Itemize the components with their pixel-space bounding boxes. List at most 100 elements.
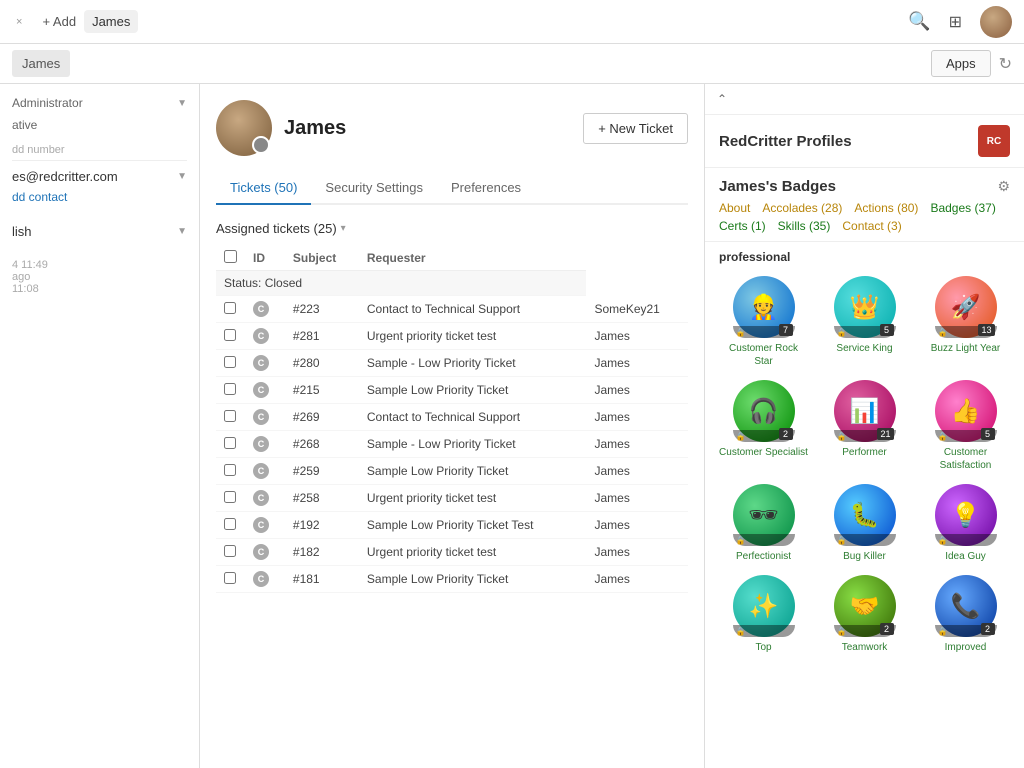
tab-preferences[interactable]: Preferences <box>437 172 535 205</box>
badge-item-improved[interactable]: 📞🔒2Improved <box>921 575 1010 654</box>
table-row[interactable]: C #223 Contact to Technical Support Some… <box>216 296 688 323</box>
status-badge-0: C <box>253 301 269 317</box>
table-row[interactable]: C #280 Sample - Low Priority Ticket Jame… <box>216 350 688 377</box>
apps-button[interactable]: Apps <box>931 50 991 77</box>
ticket-subject-8: Sample Low Priority Ticket Test <box>359 512 587 539</box>
ticket-id-0[interactable]: #223 <box>285 296 359 323</box>
sidebar-admin-arrow[interactable]: ▼ <box>177 98 187 109</box>
badge-item-customer-satisfaction[interactable]: 👍🔒5Customer Satisfaction <box>921 380 1010 472</box>
ticket-id-6[interactable]: #259 <box>285 458 359 485</box>
select-all-checkbox[interactable] <box>224 250 237 263</box>
table-row[interactable]: C #192 Sample Low Priority Ticket Test J… <box>216 512 688 539</box>
grid-icon[interactable]: ⊞ <box>949 12 962 32</box>
ticket-id-7[interactable]: #258 <box>285 485 359 512</box>
badge-link-certs-(1)[interactable]: Certs (1) <box>719 219 766 233</box>
add-button[interactable]: + Add <box>42 14 76 29</box>
ticket-id-4[interactable]: #269 <box>285 404 359 431</box>
collapse-arrow-icon[interactable]: ⌃ <box>717 92 727 106</box>
row-checkbox-4[interactable] <box>224 410 236 422</box>
ticket-id-1[interactable]: #281 <box>285 323 359 350</box>
right-panel-topbar: ⌃ <box>705 84 1024 115</box>
ticket-requester-8: James <box>586 512 688 539</box>
ticket-id-3[interactable]: #215 <box>285 377 359 404</box>
badge-item-performer[interactable]: 📊🔒21Performer <box>820 380 909 472</box>
table-row[interactable]: C #281 Urgent priority ticket test James <box>216 323 688 350</box>
refresh-icon[interactable]: ↻ <box>999 54 1012 74</box>
ticket-id-5[interactable]: #268 <box>285 431 359 458</box>
badge-item-buzz-lightyear[interactable]: 🚀🔒13Buzz Light Year <box>921 276 1010 368</box>
ticket-id-2[interactable]: #280 <box>285 350 359 377</box>
search-icon[interactable]: 🔍 <box>908 11 930 32</box>
ticket-id-10[interactable]: #181 <box>285 566 359 593</box>
badge-icon-performer: 📊 <box>850 397 880 426</box>
ticket-id-9[interactable]: #182 <box>285 539 359 566</box>
badge-item-customer-rockstar[interactable]: 👷🔒7Customer Rock Star <box>719 276 808 368</box>
badge-icon-idea-guy: 💡 <box>951 501 981 530</box>
status-group-label: Status: Closed <box>216 271 586 296</box>
badge-item-customer-specialist[interactable]: 🎧🔒2Customer Specialist <box>719 380 808 472</box>
sidebar-dd-number[interactable]: dd number <box>12 140 187 161</box>
row-checkbox-5[interactable] <box>224 437 236 449</box>
badges-header: James's Badges ⚙ <box>705 168 1024 201</box>
assigned-tickets-label[interactable]: Assigned tickets (25) <box>216 221 337 236</box>
new-ticket-button[interactable]: + New Ticket <box>583 113 688 144</box>
badge-item-perfectionist[interactable]: 🕶🔒Perfectionist <box>719 484 808 563</box>
badge-item-top[interactable]: ✨🔒Top <box>719 575 808 654</box>
table-row[interactable]: C #259 Sample Low Priority Ticket James <box>216 458 688 485</box>
ticket-id-8[interactable]: #192 <box>285 512 359 539</box>
status-badge-9: C <box>253 544 269 560</box>
row-checkbox-10[interactable] <box>224 572 236 584</box>
table-row[interactable]: C #181 Sample Low Priority Ticket James <box>216 566 688 593</box>
ticket-requester-4: James <box>586 404 688 431</box>
row-checkbox-6[interactable] <box>224 464 236 476</box>
tab-tickets[interactable]: Tickets (50) <box>216 172 311 205</box>
row-checkbox-3[interactable] <box>224 383 236 395</box>
sidebar-email-arrow[interactable]: ▼ <box>177 171 187 182</box>
ticket-subject-5: Sample - Low Priority Ticket <box>359 431 587 458</box>
ticket-requester-6: James <box>586 458 688 485</box>
badge-link-contact-(3)[interactable]: Contact (3) <box>842 219 901 233</box>
row-checkbox-9[interactable] <box>224 545 236 557</box>
tab-security[interactable]: Security Settings <box>311 172 437 205</box>
badge-link-badges-(37)[interactable]: Badges (37) <box>930 201 995 215</box>
badge-link-accolades-(28)[interactable]: Accolades (28) <box>762 201 842 215</box>
right-section-header: RedCritter Profiles RC <box>705 115 1024 168</box>
row-checkbox-1[interactable] <box>224 329 236 341</box>
tab-close-button[interactable]: × <box>12 14 26 30</box>
table-row[interactable]: C #182 Urgent priority ticket test James <box>216 539 688 566</box>
row-checkbox-8[interactable] <box>224 518 236 530</box>
ticket-requester-3: James <box>586 377 688 404</box>
avatar[interactable] <box>980 6 1012 38</box>
badge-item-service-king[interactable]: 👑🔒5Service King <box>820 276 909 368</box>
sidebar-add-contact[interactable]: dd contact <box>12 190 187 204</box>
badge-item-idea-guy[interactable]: 💡🔒Idea Guy <box>921 484 1010 563</box>
sidebar-ago: ago <box>12 271 187 283</box>
table-row[interactable]: C #215 Sample Low Priority Ticket James <box>216 377 688 404</box>
current-tab-label[interactable]: James <box>84 10 138 33</box>
badge-name-idea-guy: Idea Guy <box>945 550 986 563</box>
table-row[interactable]: C #258 Urgent priority ticket test James <box>216 485 688 512</box>
ticket-subject-0: Contact to Technical Support <box>359 296 587 323</box>
sidebar-date2: 11:08 <box>12 283 187 295</box>
ticket-subject-3: Sample Low Priority Ticket <box>359 377 587 404</box>
sidebar-lish-arrow[interactable]: ▼ <box>177 226 187 237</box>
center-panel: James + New Ticket Tickets (50) Security… <box>200 84 704 768</box>
badge-icon-teamwork: 🤝 <box>850 592 880 621</box>
row-checkbox-0[interactable] <box>224 302 236 314</box>
badge-link-actions-(80)[interactable]: Actions (80) <box>854 201 918 215</box>
badge-item-bug-killer[interactable]: 🐛🔒Bug Killer <box>820 484 909 563</box>
assigned-chevron-icon[interactable]: ▾ <box>341 223 346 234</box>
badge-count-buzz-lightyear: 13 <box>978 324 994 336</box>
badge-count-performer: 21 <box>877 428 893 440</box>
badge-link-about[interactable]: About <box>719 201 750 215</box>
badge-icon-perfectionist: 🕶 <box>748 501 778 530</box>
sidebar-email-label: es@redcritter.com <box>12 169 118 184</box>
sub-bar-label: James <box>12 50 70 77</box>
badge-item-teamwork[interactable]: 🤝🔒2Teamwork <box>820 575 909 654</box>
badge-link-skills-(35)[interactable]: Skills (35) <box>778 219 831 233</box>
row-checkbox-2[interactable] <box>224 356 236 368</box>
table-row[interactable]: C #269 Contact to Technical Support Jame… <box>216 404 688 431</box>
row-checkbox-7[interactable] <box>224 491 236 503</box>
table-row[interactable]: C #268 Sample - Low Priority Ticket Jame… <box>216 431 688 458</box>
gear-icon[interactable]: ⚙ <box>997 178 1010 195</box>
